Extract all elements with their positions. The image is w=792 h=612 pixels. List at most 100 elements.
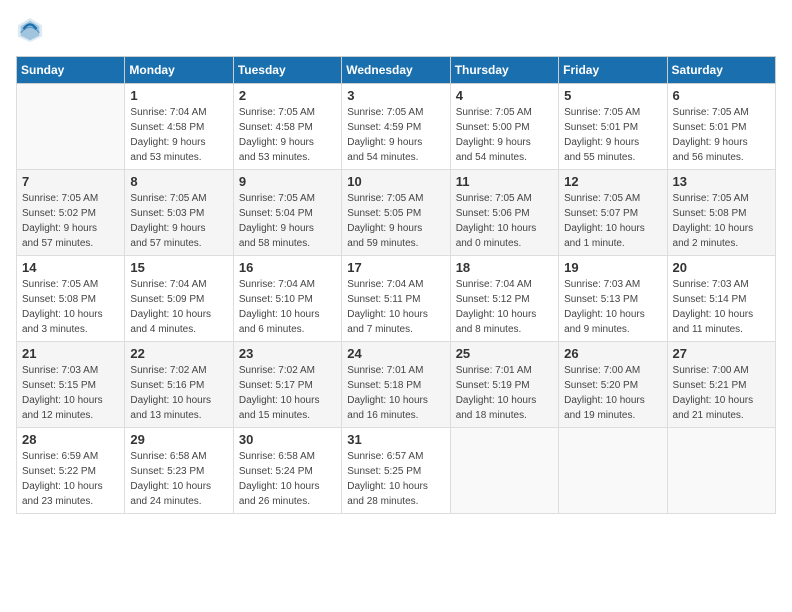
calendar-cell: 19 Sunrise: 7:03 AM Sunset: 5:13 PM Dayli… <box>559 256 667 342</box>
day-number: 8 <box>130 174 227 189</box>
calendar-cell: 17 Sunrise: 7:04 AM Sunset: 5:11 PM Dayli… <box>342 256 450 342</box>
day-info: Sunrise: 7:05 AM Sunset: 5:01 PM Dayligh… <box>673 105 770 165</box>
calendar-cell: 31 Sunrise: 6:57 AM Sunset: 5:25 PM Dayli… <box>342 428 450 514</box>
calendar-cell: 8Sunrise: 7:05 AM Sunset: 5:03 PM Daylig… <box>125 170 233 256</box>
calendar-cell: 18 Sunrise: 7:04 AM Sunset: 5:12 PM Dayli… <box>450 256 558 342</box>
day-info: Sunrise: 6:58 AM Sunset: 5:24 PM Dayligh… <box>239 449 336 509</box>
day-number: 5 <box>564 88 661 103</box>
calendar-cell: 13Sunrise: 7:05 AM Sunset: 5:08 PM Dayli… <box>667 170 775 256</box>
day-number: 20 <box>673 260 770 275</box>
calendar-cell: 3Sunrise: 7:05 AM Sunset: 4:59 PM Daylig… <box>342 84 450 170</box>
calendar-cell: 27 Sunrise: 7:00 AM Sunset: 5:21 PM Dayli… <box>667 342 775 428</box>
day-number: 16 <box>239 260 336 275</box>
day-info: Sunrise: 7:05 AM Sunset: 5:08 PM Dayligh… <box>22 277 119 337</box>
day-info: Sunrise: 7:00 AM Sunset: 5:20 PM Dayligh… <box>564 363 661 423</box>
day-info: Sunrise: 7:05 AM Sunset: 4:58 PM Dayligh… <box>239 105 336 165</box>
day-number: 11 <box>456 174 553 189</box>
day-number: 30 <box>239 432 336 447</box>
calendar-cell: 20 Sunrise: 7:03 AM Sunset: 5:14 PM Dayli… <box>667 256 775 342</box>
calendar-week-row: 28Sunrise: 6:59 AM Sunset: 5:22 PM Dayli… <box>17 428 776 514</box>
calendar-cell: 12 Sunrise: 7:05 AM Sunset: 5:07 PM Dayli… <box>559 170 667 256</box>
day-number: 19 <box>564 260 661 275</box>
calendar-header: SundayMondayTuesdayWednesdayThursdayFrid… <box>17 57 776 84</box>
day-info: Sunrise: 7:01 AM Sunset: 5:19 PM Dayligh… <box>456 363 553 423</box>
day-info: Sunrise: 7:04 AM Sunset: 4:58 PM Dayligh… <box>130 105 227 165</box>
day-info: Sunrise: 7:05 AM Sunset: 5:06 PM Dayligh… <box>456 191 553 251</box>
calendar-cell: 16 Sunrise: 7:04 AM Sunset: 5:10 PM Dayli… <box>233 256 341 342</box>
calendar-cell: 21 Sunrise: 7:03 AM Sunset: 5:15 PM Dayli… <box>17 342 125 428</box>
day-number: 25 <box>456 346 553 361</box>
calendar-cell: 11 Sunrise: 7:05 AM Sunset: 5:06 PM Dayli… <box>450 170 558 256</box>
day-of-week-header: Wednesday <box>342 57 450 84</box>
calendar-body: 1 Sunrise: 7:04 AM Sunset: 4:58 PM Daylig… <box>17 84 776 514</box>
day-number: 26 <box>564 346 661 361</box>
calendar-cell <box>667 428 775 514</box>
day-of-week-header: Friday <box>559 57 667 84</box>
calendar-cell: 9 Sunrise: 7:05 AM Sunset: 5:04 PM Daylig… <box>233 170 341 256</box>
day-number: 24 <box>347 346 444 361</box>
day-info: Sunrise: 6:58 AM Sunset: 5:23 PM Dayligh… <box>130 449 227 509</box>
day-of-week-header: Tuesday <box>233 57 341 84</box>
day-info: Sunrise: 7:05 AM Sunset: 5:04 PM Dayligh… <box>239 191 336 251</box>
logo <box>16 16 48 44</box>
calendar-cell <box>559 428 667 514</box>
day-info: Sunrise: 7:05 AM Sunset: 5:00 PM Dayligh… <box>456 105 553 165</box>
day-info: Sunrise: 7:02 AM Sunset: 5:17 PM Dayligh… <box>239 363 336 423</box>
calendar-cell: 2 Sunrise: 7:05 AM Sunset: 4:58 PM Daylig… <box>233 84 341 170</box>
day-number: 31 <box>347 432 444 447</box>
calendar-table: SundayMondayTuesdayWednesdayThursdayFrid… <box>16 56 776 514</box>
day-number: 13 <box>673 174 770 189</box>
day-info: Sunrise: 7:04 AM Sunset: 5:09 PM Dayligh… <box>130 277 227 337</box>
calendar-week-row: 1 Sunrise: 7:04 AM Sunset: 4:58 PM Daylig… <box>17 84 776 170</box>
day-info: Sunrise: 7:04 AM Sunset: 5:11 PM Dayligh… <box>347 277 444 337</box>
page-header <box>16 16 776 44</box>
day-info: Sunrise: 7:01 AM Sunset: 5:18 PM Dayligh… <box>347 363 444 423</box>
day-number: 21 <box>22 346 119 361</box>
day-number: 2 <box>239 88 336 103</box>
day-info: Sunrise: 7:03 AM Sunset: 5:15 PM Dayligh… <box>22 363 119 423</box>
calendar-cell: 4Sunrise: 7:05 AM Sunset: 5:00 PM Daylig… <box>450 84 558 170</box>
calendar-cell: 15 Sunrise: 7:04 AM Sunset: 5:09 PM Dayli… <box>125 256 233 342</box>
day-info: Sunrise: 7:05 AM Sunset: 5:05 PM Dayligh… <box>347 191 444 251</box>
day-info: Sunrise: 7:04 AM Sunset: 5:10 PM Dayligh… <box>239 277 336 337</box>
day-number: 9 <box>239 174 336 189</box>
days-of-week-row: SundayMondayTuesdayWednesdayThursdayFrid… <box>17 57 776 84</box>
day-number: 23 <box>239 346 336 361</box>
calendar-week-row: 7Sunrise: 7:05 AM Sunset: 5:02 PM Daylig… <box>17 170 776 256</box>
calendar-cell <box>17 84 125 170</box>
calendar-cell: 28Sunrise: 6:59 AM Sunset: 5:22 PM Dayli… <box>17 428 125 514</box>
day-number: 6 <box>673 88 770 103</box>
day-info: Sunrise: 7:05 AM Sunset: 4:59 PM Dayligh… <box>347 105 444 165</box>
day-info: Sunrise: 7:00 AM Sunset: 5:21 PM Dayligh… <box>673 363 770 423</box>
calendar-cell: 30 Sunrise: 6:58 AM Sunset: 5:24 PM Dayli… <box>233 428 341 514</box>
logo-icon <box>16 16 44 44</box>
day-info: Sunrise: 7:04 AM Sunset: 5:12 PM Dayligh… <box>456 277 553 337</box>
calendar-cell: 5Sunrise: 7:05 AM Sunset: 5:01 PM Daylig… <box>559 84 667 170</box>
calendar-cell: 10 Sunrise: 7:05 AM Sunset: 5:05 PM Dayli… <box>342 170 450 256</box>
day-number: 15 <box>130 260 227 275</box>
day-number: 1 <box>130 88 227 103</box>
calendar-week-row: 14 Sunrise: 7:05 AM Sunset: 5:08 PM Dayli… <box>17 256 776 342</box>
day-of-week-header: Monday <box>125 57 233 84</box>
calendar-cell: 7Sunrise: 7:05 AM Sunset: 5:02 PM Daylig… <box>17 170 125 256</box>
day-number: 17 <box>347 260 444 275</box>
day-info: Sunrise: 7:03 AM Sunset: 5:14 PM Dayligh… <box>673 277 770 337</box>
calendar-cell: 25 Sunrise: 7:01 AM Sunset: 5:19 PM Dayli… <box>450 342 558 428</box>
day-number: 18 <box>456 260 553 275</box>
day-number: 27 <box>673 346 770 361</box>
day-info: Sunrise: 7:05 AM Sunset: 5:07 PM Dayligh… <box>564 191 661 251</box>
day-number: 14 <box>22 260 119 275</box>
day-of-week-header: Saturday <box>667 57 775 84</box>
calendar-cell: 6 Sunrise: 7:05 AM Sunset: 5:01 PM Daylig… <box>667 84 775 170</box>
day-info: Sunrise: 7:05 AM Sunset: 5:02 PM Dayligh… <box>22 191 119 251</box>
day-number: 10 <box>347 174 444 189</box>
day-number: 22 <box>130 346 227 361</box>
calendar-cell: 23 Sunrise: 7:02 AM Sunset: 5:17 PM Dayli… <box>233 342 341 428</box>
calendar-cell: 26 Sunrise: 7:00 AM Sunset: 5:20 PM Dayli… <box>559 342 667 428</box>
day-info: Sunrise: 6:57 AM Sunset: 5:25 PM Dayligh… <box>347 449 444 509</box>
calendar-cell: 22Sunrise: 7:02 AM Sunset: 5:16 PM Dayli… <box>125 342 233 428</box>
day-of-week-header: Thursday <box>450 57 558 84</box>
day-number: 12 <box>564 174 661 189</box>
calendar-week-row: 21 Sunrise: 7:03 AM Sunset: 5:15 PM Dayli… <box>17 342 776 428</box>
day-info: Sunrise: 7:03 AM Sunset: 5:13 PM Dayligh… <box>564 277 661 337</box>
